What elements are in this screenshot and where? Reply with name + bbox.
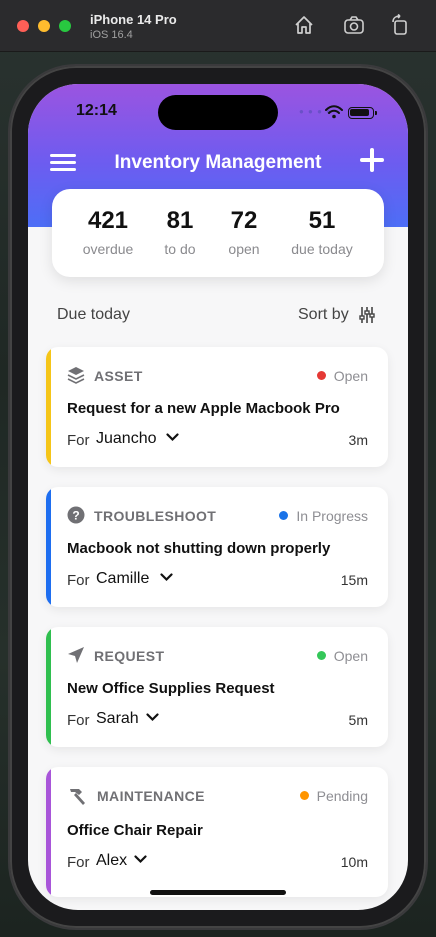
assignee-selector[interactable]: Sarah (96, 710, 139, 728)
card-accent-bar (46, 487, 51, 607)
device-frame: 12:14 ● ● ● ● Inventory Management 421 o… (10, 66, 426, 928)
card-accent-bar (46, 767, 51, 897)
stat-value: 72 (230, 207, 258, 234)
sort-by-button[interactable]: Sort by (298, 306, 349, 324)
zoom-window-button[interactable] (59, 20, 71, 32)
ticket-card[interactable]: REQUEST Open New Office Supplies Request… (46, 627, 388, 747)
chevron-down-icon[interactable] (166, 433, 179, 442)
section-title: Due today (57, 306, 130, 323)
stat-label: overdue (82, 241, 134, 257)
status-text: Open (333, 648, 368, 664)
dynamic-island (158, 95, 278, 130)
ticket-title: Office Chair Repair (67, 822, 203, 839)
ticket-category: REQUEST (94, 648, 165, 664)
ticket-age: 15m (340, 572, 368, 588)
status-badge: Pending (299, 788, 368, 804)
ticket-age: 5m (348, 712, 368, 728)
status-text: Open (333, 368, 368, 384)
card-accent-bar (46, 627, 51, 747)
ticket-card[interactable]: ASSET Open Request for a new Apple Macbo… (46, 347, 388, 467)
stat-label: due today (291, 241, 353, 257)
stat-label: to do (164, 241, 196, 257)
stat-value: 421 (87, 207, 129, 234)
device-name: iPhone 14 Pro (90, 12, 177, 27)
ticket-category: ASSET (94, 368, 143, 384)
ticket-category: MAINTENANCE (97, 788, 205, 804)
status-badge: In Progress (279, 508, 368, 524)
status-dot (279, 511, 289, 520)
for-label: For (67, 432, 90, 449)
for-label: For (67, 572, 90, 589)
status-dot (316, 371, 326, 380)
stat-overdue[interactable]: 421 overdue (70, 207, 146, 257)
wifi-icon (325, 105, 343, 119)
stat-value: 81 (166, 207, 194, 234)
ticket-card[interactable]: MAINTENANCE Pending Office Chair Repair … (46, 767, 388, 897)
hammer-icon (70, 789, 85, 805)
minimize-window-button[interactable] (38, 20, 50, 32)
status-dot (316, 651, 326, 660)
plus-icon[interactable] (360, 148, 384, 172)
card-accent-bar (46, 347, 51, 467)
chevron-down-icon[interactable] (146, 713, 159, 722)
chevron-down-icon[interactable] (134, 855, 147, 864)
stat-due-today[interactable]: 51 due today (280, 207, 364, 257)
app-screen: 12:14 ● ● ● ● Inventory Management 421 o… (28, 84, 408, 910)
send-icon (68, 647, 84, 663)
stat-value: 51 (308, 207, 336, 234)
stat-to-do[interactable]: 81 to do (156, 207, 204, 257)
assignee-selector[interactable]: Juancho (96, 430, 157, 448)
for-label: For (67, 712, 90, 729)
home-icon[interactable] (293, 14, 315, 36)
stat-open[interactable]: 72 open (216, 207, 272, 257)
os-version: iOS 16.4 (90, 29, 133, 41)
svg-text:?: ? (72, 509, 79, 523)
ticket-card[interactable]: ? TROUBLESHOOT In Progress Macbook not s… (46, 487, 388, 607)
stats-card: 421 overdue 81 to do 72 open 51 due toda… (52, 189, 384, 277)
assignee-selector[interactable]: Alex (96, 852, 127, 870)
question-circle-icon: ? (67, 506, 85, 524)
close-window-button[interactable] (17, 20, 29, 32)
for-label: For (67, 854, 90, 871)
screenshot-icon[interactable] (343, 14, 365, 36)
status-dot (299, 791, 309, 800)
ticket-title: Macbook not shutting down properly (67, 540, 331, 557)
status-text: In Progress (296, 508, 368, 524)
battery-tip (375, 111, 377, 115)
assignee-selector[interactable]: Camille (96, 570, 149, 588)
ticket-title: Request for a new Apple Macbook Pro (67, 400, 340, 417)
battery-icon (348, 107, 374, 119)
rotate-icon[interactable] (389, 14, 411, 36)
status-text: Pending (316, 788, 368, 804)
ticket-title: New Office Supplies Request (67, 680, 275, 697)
chevron-down-icon[interactable] (160, 573, 173, 582)
layers-icon (67, 367, 85, 384)
sliders-icon[interactable] (359, 306, 375, 324)
home-indicator[interactable] (150, 890, 286, 895)
status-badge: Open (316, 368, 368, 384)
simulator-toolbar: iPhone 14 Pro iOS 16.4 (0, 0, 436, 52)
status-badge: Open (316, 648, 368, 664)
ticket-age: 3m (348, 432, 368, 448)
page-title: Inventory Management (114, 152, 322, 173)
stat-label: open (228, 241, 260, 257)
status-time: 12:14 (76, 102, 117, 119)
ticket-age: 10m (340, 854, 368, 870)
ticket-category: TROUBLESHOOT (94, 508, 217, 524)
